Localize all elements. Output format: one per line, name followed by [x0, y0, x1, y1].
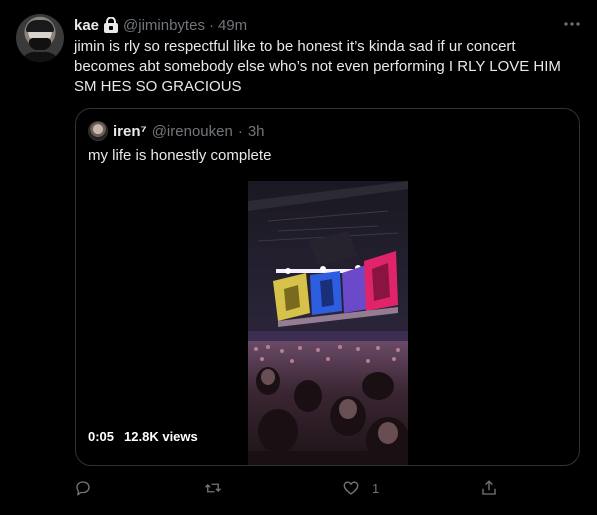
reply-icon — [76, 481, 90, 496]
lock-icon — [103, 16, 119, 33]
quoted-tweet-header: iren⁷ @irenouken · 3h — [88, 121, 265, 141]
video-player[interactable] — [248, 181, 408, 465]
tweet-text: jimin is rly so respectful like to be ho… — [74, 38, 561, 95]
more-icon[interactable] — [562, 14, 582, 34]
handle[interactable]: @jiminbytes — [123, 17, 205, 34]
separator: · — [208, 16, 214, 34]
video-meta: 0:05 12.8K views — [88, 429, 198, 444]
video-views: 12.8K views — [124, 429, 198, 444]
like-icon — [343, 481, 359, 495]
quoted-tweet[interactable]: iren⁷ @irenouken · 3h my life is honestl… — [75, 108, 580, 466]
avatar-shirt — [20, 52, 60, 62]
video-duration: 0:05 — [88, 429, 115, 444]
action-bar: 1 — [74, 476, 574, 500]
quoted-timestamp[interactable]: 3h — [248, 123, 265, 140]
reply-button[interactable] — [74, 476, 104, 500]
like-count: 1 — [372, 480, 380, 496]
tweet-header: kae @jiminbytes · 49m — [74, 16, 247, 34]
tweet[interactable]: kae @jiminbytes · 49m jimin is rly so re… — [0, 0, 597, 515]
timestamp[interactable]: 49m — [218, 17, 247, 34]
quoted-tweet-text: my life is honestly complete — [88, 147, 272, 164]
quoted-handle[interactable]: @irenouken — [152, 123, 233, 140]
retweet-icon — [205, 483, 221, 493]
retweet-button[interactable] — [204, 476, 234, 500]
share-icon — [482, 480, 496, 495]
quoted-display-name[interactable]: iren⁷ — [113, 123, 147, 140]
share-button[interactable] — [480, 476, 498, 500]
quoted-avatar[interactable] — [88, 121, 108, 141]
like-button[interactable]: 1 — [342, 476, 379, 500]
avatar[interactable] — [16, 14, 64, 62]
display-name[interactable]: kae — [74, 17, 99, 34]
avatar-hair — [26, 20, 54, 32]
avatar-mask — [29, 38, 51, 50]
concert-video-frame — [248, 181, 408, 465]
quoted-separator: · — [237, 122, 243, 140]
